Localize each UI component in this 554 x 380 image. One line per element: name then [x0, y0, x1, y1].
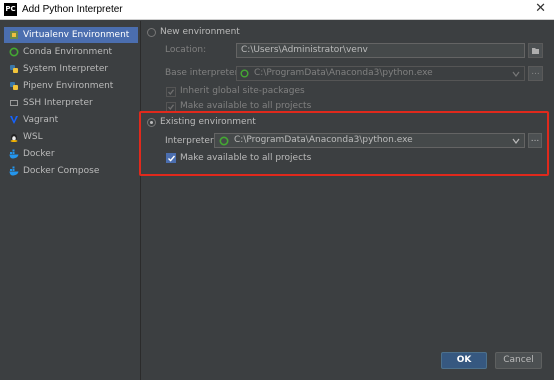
sidebar-item-label: Pipenv Environment	[23, 81, 114, 91]
vagrant-icon	[10, 116, 18, 124]
existing-env-make-available-label: Make available to all projects	[180, 153, 312, 163]
browse-location-button[interactable]	[528, 43, 543, 58]
sidebar-item-system[interactable]: System Interpreter	[4, 61, 138, 77]
chevron-down-icon	[512, 71, 520, 77]
new-environment-label: New environment	[160, 27, 240, 37]
pipenv-icon	[10, 82, 18, 90]
conda-icon	[219, 136, 229, 146]
checkmark-icon	[168, 155, 176, 162]
interpreter-value: C:\ProgramData\Anaconda3\python.exe	[234, 135, 413, 145]
location-label: Location:	[165, 45, 207, 55]
existing-environment-radio[interactable]	[147, 118, 156, 127]
chevron-down-icon	[512, 138, 520, 144]
pycharm-app-icon: PC	[4, 3, 17, 16]
new-environment-radio[interactable]	[147, 28, 156, 37]
interpreter-select[interactable]: C:\ProgramData\Anaconda3\python.exe	[214, 133, 525, 148]
title-bar: PC Add Python Interpreter ✕	[0, 0, 554, 20]
sidebar-item-pipenv[interactable]: Pipenv Environment	[4, 78, 138, 94]
base-interpreter-select[interactable]: C:\ProgramData\Anaconda3\python.exe	[236, 66, 525, 81]
sidebar-item-ssh[interactable]: SSH Interpreter	[4, 95, 138, 111]
checkmark-icon	[168, 104, 175, 111]
checkmark-icon	[168, 89, 175, 96]
linux-icon	[10, 134, 18, 142]
virtualenv-icon	[10, 31, 18, 39]
sidebar-item-label: System Interpreter	[23, 64, 109, 74]
interpreter-label: Interpreter:	[165, 136, 217, 146]
sidebar-item-label: WSL	[23, 132, 43, 142]
sidebar-item-label: Conda Environment	[23, 47, 113, 57]
new-env-make-available-label: Make available to all projects	[180, 101, 312, 111]
location-field[interactable]: C:\Users\Administrator\venv	[236, 43, 525, 58]
conda-icon	[9, 47, 19, 57]
browse-base-interpreter-button[interactable]: ...	[528, 66, 543, 81]
sidebar-item-docker[interactable]: Docker	[4, 146, 138, 162]
inherit-site-packages-label: Inherit global site-packages	[180, 86, 305, 96]
window-title: Add Python Interpreter	[22, 4, 123, 15]
docker-icon	[9, 149, 19, 159]
sidebar-item-label: Docker	[23, 149, 55, 159]
ok-button[interactable]: OK	[441, 352, 487, 369]
sidebar-item-vagrant[interactable]: Vagrant	[4, 112, 138, 128]
existing-environment-label: Existing environment	[160, 117, 256, 127]
sidebar-item-conda[interactable]: Conda Environment	[4, 44, 138, 60]
conda-icon	[240, 69, 249, 78]
base-interpreter-value: C:\ProgramData\Anaconda3\python.exe	[254, 68, 433, 78]
ssh-icon	[10, 100, 18, 106]
sidebar-item-wsl[interactable]: WSL	[4, 129, 138, 145]
base-interpreter-label: Base interpreter:	[165, 68, 242, 78]
close-icon[interactable]: ✕	[535, 1, 546, 16]
python-icon	[10, 65, 18, 73]
sidebar-item-label: Vagrant	[23, 115, 59, 125]
sidebar-item-label: SSH Interpreter	[23, 98, 93, 108]
sidebar-item-label: Docker Compose	[23, 166, 100, 176]
interpreter-type-list: Virtualenv Environment Conda Environment…	[0, 21, 141, 380]
ellipsis-label: ...	[531, 67, 540, 77]
docker-compose-icon	[9, 166, 19, 176]
sidebar-item-docker-compose[interactable]: Docker Compose	[4, 163, 138, 179]
sidebar-item-virtualenv[interactable]: Virtualenv Environment	[4, 27, 138, 43]
existing-env-make-available-checkbox[interactable]	[166, 153, 176, 163]
inherit-site-packages-checkbox[interactable]	[166, 87, 176, 97]
cancel-button[interactable]: Cancel	[495, 352, 542, 369]
browse-interpreter-button[interactable]: ...	[528, 133, 542, 148]
sidebar-item-label: Virtualenv Environment	[23, 30, 130, 40]
folder-icon	[532, 48, 539, 54]
